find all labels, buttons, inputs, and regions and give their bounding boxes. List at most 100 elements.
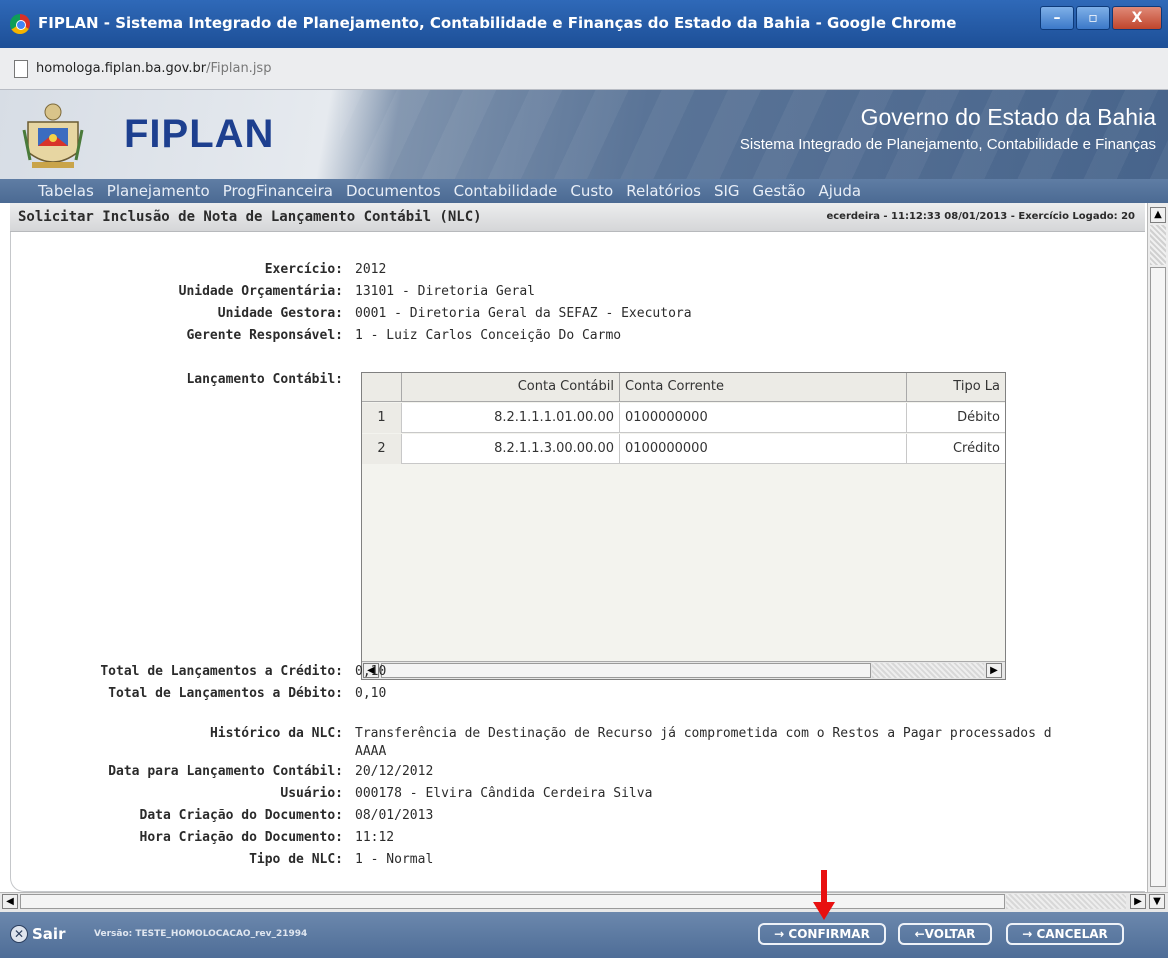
field-value: 11:12 [355, 830, 395, 845]
scroll-left-icon[interactable]: ◀ [2, 894, 18, 909]
menu-custo[interactable]: Custo [570, 182, 613, 200]
window-titlebar: FIPLAN - Sistema Integrado de Planejamen… [0, 0, 1168, 48]
field-tipo-nlc: Tipo de NLC: 1 - Normal [11, 852, 1141, 872]
field-total-debito: Total de Lançamentos a Débito: 0,10 [11, 686, 1141, 706]
field-label: Total de Lançamentos a Débito: [108, 686, 343, 701]
menu-planejamento[interactable]: Planejamento [107, 182, 210, 200]
field-gerente: Gerente Responsável: 1 - Luiz Carlos Con… [11, 328, 1141, 348]
field-data-criacao: Data Criação do Documento: 08/01/2013 [11, 808, 1141, 828]
menu-contabilidade[interactable]: Contabilidade [454, 182, 558, 200]
menu-tabelas[interactable]: Tabelas [38, 182, 94, 200]
field-label: Tipo de NLC: [249, 852, 343, 867]
field-label: Exercício: [264, 262, 343, 277]
scroll-right-icon[interactable]: ▶ [1130, 894, 1146, 909]
grid-header-conta-corrente[interactable]: Conta Corrente [620, 373, 907, 402]
url-path: /Fiplan.jsp [206, 61, 272, 76]
page-horizontal-scrollbar[interactable]: ◀ ▶ ▼ [0, 892, 1168, 912]
menu-gestao[interactable]: Gestão [753, 182, 806, 200]
grid-header-num [362, 373, 402, 402]
minimize-button[interactable]: – [1040, 6, 1074, 30]
close-button[interactable]: X [1112, 6, 1162, 30]
form-content: Exercício: 2012 Unidade Orçamentária: 13… [10, 232, 1145, 892]
chrome-icon [10, 14, 30, 34]
field-data-lancamento: Data para Lançamento Contábil: 20/12/201… [11, 764, 1141, 784]
cell-conta-corrente: 0100000000 [620, 403, 907, 433]
footer-bar: ✕ Sair Versão: TESTE_HOMOLOCACAO_rev_219… [0, 912, 1168, 958]
field-value: 08/01/2013 [355, 808, 434, 823]
field-value: 2012 [355, 262, 387, 277]
session-info: ecerdeira - 11:12:33 08/01/2013 - Exercí… [826, 211, 1135, 222]
page-icon [14, 60, 28, 78]
government-title: Governo do Estado da Bahia [860, 104, 1156, 130]
field-exercicio: Exercício: 2012 [11, 262, 1141, 282]
url-text[interactable]: homologa.fiplan.ba.gov.br/Fiplan.jsp [36, 61, 271, 76]
field-label: Data Criação do Documento: [139, 808, 344, 823]
field-usuario: Usuário: 000178 - Elvira Cândida Cerdeir… [11, 786, 1141, 806]
cancelar-button[interactable]: → CANCELAR [1006, 923, 1124, 945]
menu-documentos[interactable]: Documentos [346, 182, 441, 200]
field-label: Hora Criação do Documento: [139, 830, 344, 845]
exit-icon[interactable]: ✕ [10, 925, 28, 943]
field-value: 13101 - Diretoria Geral [355, 284, 536, 299]
window-title: FIPLAN - Sistema Integrado de Planejamen… [38, 14, 957, 32]
field-historico-cont: AAAA [11, 744, 1141, 764]
menu-sig[interactable]: SIG [714, 182, 740, 200]
page-vertical-scrollbar[interactable]: ▲ [1147, 203, 1168, 892]
menu-relatorios[interactable]: Relatórios [626, 182, 701, 200]
page-header: Solicitar Inclusão de Nota de Lançamento… [10, 203, 1145, 232]
table-row[interactable]: 2 8.2.1.1.3.00.00.00 0100000000 Crédito [362, 434, 1005, 464]
lancamento-grid: Conta Contábil Conta Corrente Tipo La 1 … [361, 372, 1006, 680]
field-unidade-orcamentaria: Unidade Orçamentária: 13101 - Diretoria … [11, 284, 1141, 304]
bahia-coat-of-arms-icon [22, 103, 84, 168]
voltar-button[interactable]: ←VOLTAR [898, 923, 992, 945]
grid-header-tipo[interactable]: Tipo La [907, 373, 1005, 402]
grid-header: Conta Contábil Conta Corrente Tipo La [362, 373, 1005, 402]
grid-header-conta-contabil[interactable]: Conta Contábil [402, 373, 620, 402]
field-label: Histórico da NLC: [209, 726, 343, 741]
field-value-continuation: AAAA [355, 744, 387, 759]
cell-conta-corrente: 0100000000 [620, 434, 907, 464]
field-label: Lançamento Contábil: [186, 372, 343, 387]
main-menu: Tabelas Planejamento ProgFinanceira Docu… [0, 179, 1168, 203]
cell-tipo: Crédito [952, 441, 1000, 456]
table-row[interactable]: 1 8.2.1.1.1.01.00.00 0100000000 Débito [362, 403, 1005, 433]
scrollbar-thumb[interactable] [20, 894, 1005, 909]
field-value: 0,10 [355, 664, 387, 679]
row-number: 2 [362, 434, 402, 464]
field-value: Transferência de Destinação de Recurso j… [355, 726, 1052, 741]
url-host: homologa.fiplan.ba.gov.br [36, 61, 207, 76]
field-label: Usuário: [280, 786, 343, 801]
field-total-credito: Total de Lançamentos a Crédito: 0,10 [11, 664, 1141, 684]
confirmar-button[interactable]: → CONFIRMAR [758, 923, 886, 945]
red-arrow-icon [813, 870, 835, 920]
header-banner: FIPLAN Governo do Estado da Bahia Sistem… [0, 90, 1168, 179]
window-controls: – ▫ X [1040, 6, 1162, 30]
scrollbar-thumb[interactable] [1150, 267, 1166, 887]
field-label: Gerente Responsável: [186, 328, 343, 343]
field-label: Unidade Gestora: [217, 306, 343, 321]
field-hora-criacao: Hora Criação do Documento: 11:12 [11, 830, 1141, 850]
row-number: 1 [362, 403, 402, 433]
scrollbar-track[interactable] [1150, 225, 1166, 265]
scroll-down-icon[interactable]: ▼ [1149, 894, 1165, 909]
maximize-button[interactable]: ▫ [1076, 6, 1110, 30]
field-unidade-gestora: Unidade Gestora: 0001 - Diretoria Geral … [11, 306, 1141, 326]
system-subtitle: Sistema Integrado de Planejamento, Conta… [739, 136, 1156, 153]
field-value: 0,10 [355, 686, 387, 701]
menu-progfinanceira[interactable]: ProgFinanceira [223, 182, 333, 200]
sair-link[interactable]: Sair [32, 925, 65, 943]
version-text: Versão: TESTE_HOMOLOCACAO_rev_21994 [94, 929, 308, 939]
menu-ajuda[interactable]: Ajuda [818, 182, 861, 200]
field-value: 000178 - Elvira Cândida Cerdeira Silva [355, 786, 653, 801]
field-value: 0001 - Diretoria Geral da SEFAZ - Execut… [355, 306, 692, 321]
cell-tipo: Débito [957, 410, 1000, 425]
field-label: Unidade Orçamentária: [178, 284, 343, 299]
scroll-up-icon[interactable]: ▲ [1150, 207, 1166, 223]
address-bar[interactable]: homologa.fiplan.ba.gov.br/Fiplan.jsp [0, 48, 1168, 90]
field-value: 1 - Normal [355, 852, 434, 867]
cell-conta-contabil: 8.2.1.1.3.00.00.00 [402, 434, 620, 464]
field-historico: Histórico da NLC: Transferência de Desti… [11, 726, 1141, 746]
scrollbar-track[interactable] [1006, 894, 1126, 909]
cell-conta-contabil: 8.2.1.1.1.01.00.00 [402, 403, 620, 433]
field-value: 20/12/2012 [355, 764, 434, 779]
